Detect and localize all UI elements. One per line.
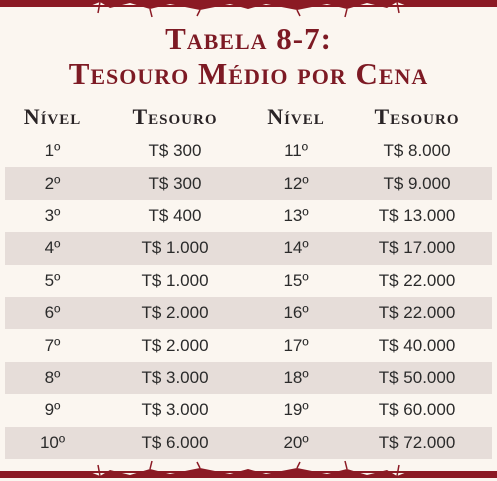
table-row: 2º T$ 300 12º T$ 9.000 bbox=[5, 167, 492, 200]
level-cell: 6º bbox=[44, 303, 61, 323]
treasure-cell: T$ 300 bbox=[148, 173, 202, 193]
level-cell: 8º bbox=[44, 367, 61, 387]
table-row: 4º T$ 1.000 14º T$ 17.000 bbox=[5, 232, 492, 265]
treasure-table: Nível Tesouro Nível Tesouro 1º T$ 300 11… bbox=[5, 99, 492, 459]
treasure-cell: T$ 6.000 bbox=[141, 432, 209, 452]
treasure-cell: T$ 22.000 bbox=[378, 303, 456, 323]
level-cell: 16º bbox=[283, 303, 309, 323]
level-cell: 13º bbox=[283, 205, 309, 225]
header-level-left: Nível bbox=[23, 104, 82, 129]
table-row: 3º T$ 400 13º T$ 13.000 bbox=[5, 200, 492, 232]
level-cell: 15º bbox=[283, 270, 309, 290]
table-row: 8º T$ 3.000 18º T$ 50.000 bbox=[5, 361, 492, 395]
treasure-cell: T$ 1.000 bbox=[141, 238, 209, 258]
level-cell: 3º bbox=[44, 205, 61, 225]
level-cell: 2º bbox=[44, 173, 61, 193]
treasure-cell: T$ 2.000 bbox=[141, 303, 209, 323]
treasure-cell: T$ 60.000 bbox=[378, 400, 456, 420]
header-treasure-right: Tesouro bbox=[374, 104, 460, 129]
treasure-cell: T$ 9.000 bbox=[383, 173, 451, 193]
treasure-cell: T$ 50.000 bbox=[378, 367, 456, 387]
table-row: 5º T$ 1.000 15º T$ 22.000 bbox=[5, 265, 492, 297]
level-cell: 4º bbox=[44, 238, 61, 258]
level-cell: 19º bbox=[283, 400, 309, 420]
treasure-cell: T$ 72.000 bbox=[378, 432, 456, 452]
treasure-cell: T$ 40.000 bbox=[378, 335, 456, 355]
treasure-cell: T$ 17.000 bbox=[378, 238, 456, 258]
header-level-right: Nível bbox=[267, 104, 325, 129]
table-row: 1º T$ 300 11º T$ 8.000 bbox=[5, 135, 492, 167]
bottom-border-ornament bbox=[0, 460, 497, 478]
table-row: 9º T$ 3.000 19º T$ 60.000 bbox=[5, 394, 492, 426]
table-row: 7º T$ 2.000 17º T$ 40.000 bbox=[5, 329, 492, 361]
level-cell: 14º bbox=[283, 238, 309, 258]
table-row: 6º T$ 2.000 16º T$ 22.000 bbox=[5, 296, 492, 330]
treasure-cell: T$ 22.000 bbox=[378, 270, 456, 290]
header-treasure-left: Tesouro bbox=[132, 104, 218, 129]
level-cell: 20º bbox=[283, 432, 309, 452]
treasure-cell: T$ 13.000 bbox=[378, 205, 456, 225]
treasure-cell: T$ 8.000 bbox=[383, 141, 451, 161]
treasure-cell: T$ 1.000 bbox=[141, 270, 209, 290]
level-cell: 12º bbox=[283, 173, 309, 193]
treasure-cell: T$ 3.000 bbox=[141, 400, 209, 420]
top-border-ornament bbox=[0, 0, 497, 18]
level-cell: 18º bbox=[283, 367, 309, 387]
table-row: 10º T$ 6.000 20º T$ 72.000 bbox=[5, 426, 492, 459]
level-cell: 11º bbox=[284, 141, 308, 161]
level-cell: 5º bbox=[44, 270, 61, 290]
table-title-line-1: Tabela 8-7: bbox=[165, 21, 332, 56]
level-cell: 7º bbox=[44, 335, 61, 355]
table-title-line-2: Tesouro Médio por Cena bbox=[68, 56, 429, 91]
treasure-cell: T$ 400 bbox=[148, 205, 202, 225]
table-header-row: Nível Tesouro Nível Tesouro bbox=[5, 99, 492, 135]
treasure-cell: T$ 3.000 bbox=[141, 367, 209, 387]
treasure-cell: T$ 2.000 bbox=[141, 335, 209, 355]
level-cell: 17º bbox=[283, 335, 309, 355]
level-cell: 10º bbox=[39, 432, 66, 452]
treasure-cell: T$ 300 bbox=[148, 141, 202, 161]
level-cell: 9º bbox=[44, 400, 61, 420]
level-cell: 1º bbox=[44, 141, 61, 161]
